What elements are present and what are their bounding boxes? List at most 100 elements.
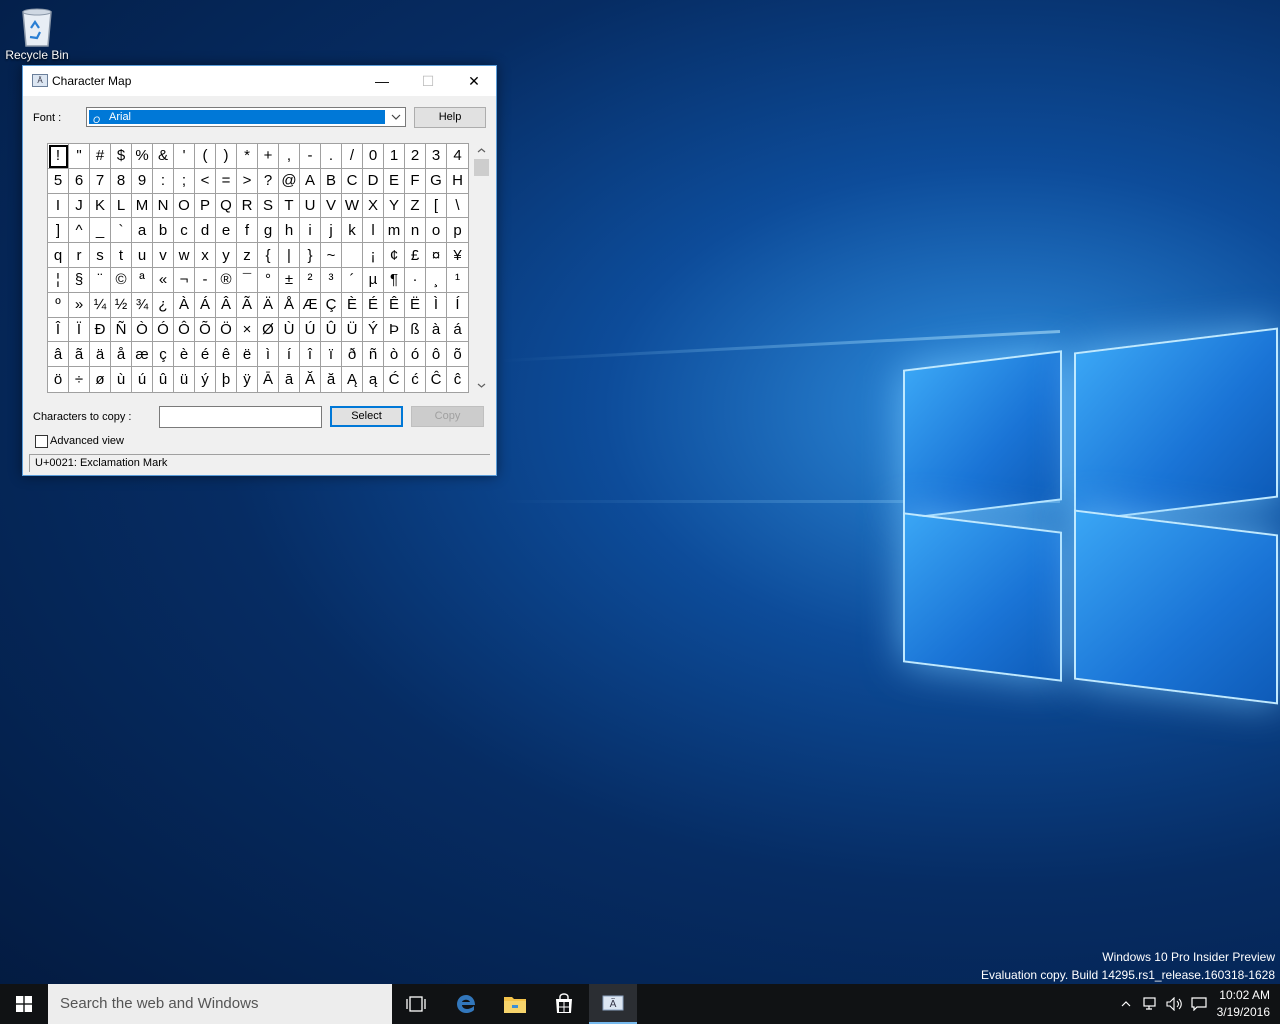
- character-cell[interactable]: Ð: [90, 317, 111, 343]
- character-cell[interactable]: h: [279, 218, 300, 244]
- character-cell[interactable]: Â: [216, 292, 237, 318]
- characters-to-copy-input[interactable]: [159, 406, 322, 428]
- character-cell[interactable]: {: [258, 243, 279, 268]
- character-cell[interactable]: Ó: [153, 317, 174, 343]
- character-cell[interactable]: ½: [111, 292, 132, 318]
- character-cell[interactable]: £: [405, 243, 426, 268]
- character-cell[interactable]: ã: [69, 342, 90, 368]
- help-button[interactable]: Help: [414, 107, 486, 128]
- character-cell[interactable]: k: [342, 218, 363, 244]
- character-cell[interactable]: *: [237, 144, 258, 169]
- character-cell[interactable]: ¥: [447, 243, 468, 268]
- character-cell[interactable]: 1: [384, 144, 405, 169]
- character-cell[interactable]: é: [195, 342, 216, 368]
- character-cell[interactable]: E: [384, 168, 405, 194]
- character-cell[interactable]: Ë: [405, 292, 426, 318]
- select-button[interactable]: Select: [330, 406, 403, 427]
- character-cell[interactable]: f: [237, 218, 258, 244]
- character-cell[interactable]: v: [153, 243, 174, 268]
- character-cell[interactable]: Ï: [69, 317, 90, 343]
- character-cell[interactable]: ?: [258, 168, 279, 194]
- character-cell[interactable]: R: [237, 193, 258, 219]
- character-cell[interactable]: c: [174, 218, 195, 244]
- character-cell[interactable]: ò: [384, 342, 405, 368]
- character-cell[interactable]: &: [153, 144, 174, 169]
- character-cell[interactable]: ¤: [426, 243, 447, 268]
- character-cell[interactable]: .: [321, 144, 342, 169]
- start-button[interactable]: [0, 984, 48, 1024]
- character-cell[interactable]: î: [300, 342, 321, 368]
- character-cell[interactable]: ï: [321, 342, 342, 368]
- charmap-app-icon[interactable]: Ä: [32, 74, 48, 87]
- character-cell[interactable]: æ: [132, 342, 153, 368]
- character-cell[interactable]: ·: [405, 267, 426, 293]
- character-cell[interactable]: 3: [426, 144, 447, 169]
- scroll-down-icon[interactable]: [473, 378, 490, 393]
- character-cell[interactable]: W: [342, 193, 363, 219]
- character-cell[interactable]: ²: [300, 267, 321, 293]
- character-cell[interactable]: »: [69, 292, 90, 318]
- character-cell[interactable]: q: [48, 243, 69, 268]
- character-cell[interactable]: ´: [342, 267, 363, 293]
- character-cell[interactable]: µ: [363, 267, 384, 293]
- character-cell[interactable]: Y: [384, 193, 405, 219]
- copy-button[interactable]: Copy: [411, 406, 484, 427]
- character-cell[interactable]: À: [174, 292, 195, 318]
- character-cell[interactable]: ê: [216, 342, 237, 368]
- character-cell[interactable]: C: [342, 168, 363, 194]
- character-cell[interactable]: ö: [48, 367, 69, 392]
- character-cell[interactable]: å: [111, 342, 132, 368]
- character-cell[interactable]: ±: [279, 267, 300, 293]
- character-cell[interactable]: ó: [405, 342, 426, 368]
- edge-browser-icon[interactable]: [442, 984, 490, 1024]
- character-cell[interactable]: Q: [216, 193, 237, 219]
- character-cell[interactable]: !: [48, 144, 69, 169]
- character-cell[interactable]: Ã: [237, 292, 258, 318]
- character-cell[interactable]: Í: [447, 293, 468, 318]
- character-cell[interactable]: È: [342, 292, 363, 318]
- character-cell[interactable]: Ô: [174, 317, 195, 343]
- character-cell[interactable]: ¦: [48, 267, 69, 293]
- character-grid[interactable]: ! " # $% & '() * +, -./0 1 2 3 4 5 6 7 8 9:; < = >? @ A B C D E F G H…: [47, 143, 469, 393]
- character-cell[interactable]: /: [342, 144, 363, 169]
- character-cell[interactable]: ¹: [447, 268, 468, 293]
- character-cell[interactable]: Ą: [342, 367, 363, 392]
- character-cell[interactable]: H: [447, 169, 468, 194]
- character-cell[interactable]: Ú: [300, 317, 321, 343]
- character-cell[interactable]: %: [132, 144, 153, 169]
- character-cell[interactable]: L: [111, 193, 132, 219]
- character-cell[interactable]: ¿: [153, 292, 174, 318]
- character-cell[interactable]: ë: [237, 342, 258, 368]
- grid-scrollbar[interactable]: [473, 143, 490, 393]
- character-cell[interactable]: t: [111, 243, 132, 268]
- minimize-button[interactable]: —: [359, 66, 405, 96]
- character-cell[interactable]: ©: [111, 267, 132, 293]
- character-cell[interactable]: l: [363, 218, 384, 244]
- character-cell[interactable]: I: [48, 193, 69, 219]
- character-cell[interactable]: §: [69, 267, 90, 293]
- character-cell[interactable]: [: [426, 193, 447, 219]
- character-cell[interactable]: 7: [90, 168, 111, 194]
- character-cell[interactable]: 6: [69, 168, 90, 194]
- character-cell[interactable]: ¨: [90, 267, 111, 293]
- character-cell[interactable]: n: [405, 218, 426, 244]
- character-cell[interactable]: J: [69, 193, 90, 219]
- character-cell[interactable]: s: [90, 243, 111, 268]
- character-cell[interactable]: +: [258, 144, 279, 169]
- character-cell[interactable]: þ: [216, 367, 237, 392]
- character-cell[interactable]: ¯: [237, 267, 258, 293]
- character-cell[interactable]: [342, 243, 363, 268]
- character-cell[interactable]: w: [174, 243, 195, 268]
- file-explorer-icon[interactable]: [491, 984, 539, 1024]
- character-cell[interactable]: ¼: [90, 292, 111, 318]
- character-cell[interactable]: Ö: [216, 317, 237, 343]
- character-cell[interactable]: >: [237, 168, 258, 194]
- character-cell[interactable]: y: [216, 243, 237, 268]
- character-cell[interactable]: N: [153, 193, 174, 219]
- character-cell[interactable]: r: [69, 243, 90, 268]
- character-cell[interactable]: ¡: [363, 243, 384, 268]
- character-cell[interactable]: ': [174, 144, 195, 169]
- character-cell[interactable]: =: [216, 168, 237, 194]
- character-cell[interactable]: É: [363, 292, 384, 318]
- character-cell[interactable]: ø: [90, 367, 111, 392]
